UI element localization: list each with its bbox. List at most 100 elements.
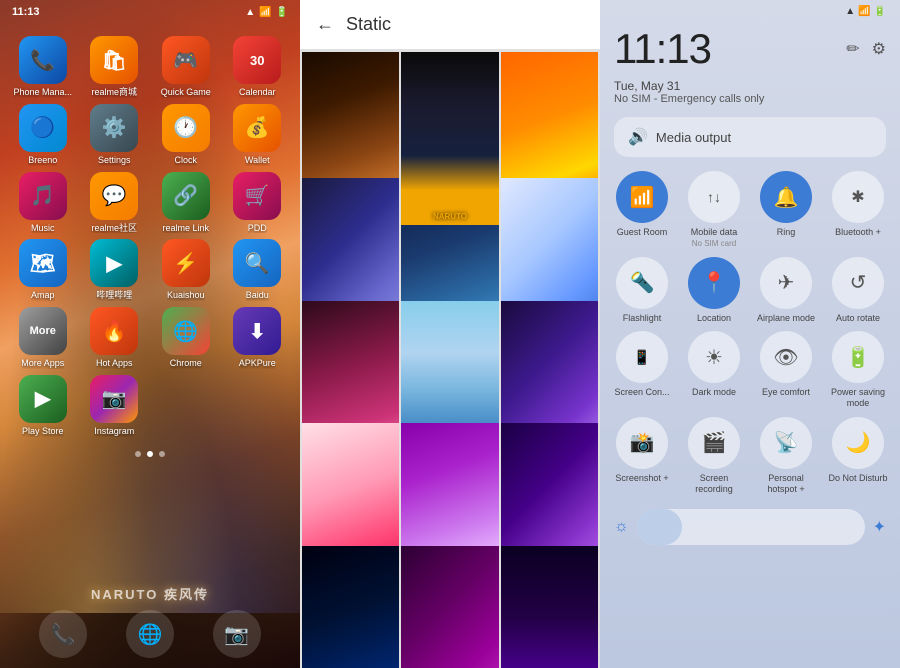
app-baidu[interactable]: 🔍 Baidu — [225, 239, 291, 301]
wallpaper-naruto2[interactable]: NARUTO — [401, 52, 498, 225]
app-icon-breeno: 🔵 — [19, 104, 67, 152]
app-pdd[interactable]: 🛒 PDD — [225, 172, 291, 234]
quick-settings-panel: ▲ 📶 🔋 11:13 ✏ ⚙ Tue, May 31 No SIM - Eme… — [600, 0, 900, 668]
app-label-amap: Amap — [31, 290, 55, 301]
app-play-store[interactable]: ▶ Play Store — [10, 375, 76, 437]
app-realme-social[interactable]: 💬 realme社区 — [82, 172, 148, 234]
qs-brightness-fill — [637, 509, 683, 545]
app-chrome[interactable]: 🌐 Chrome — [153, 307, 219, 369]
app-realme-link[interactable]: 🔗 realme Link — [153, 172, 219, 234]
qs-tile-eye-comfort: 👁 Eye comfort — [754, 331, 818, 409]
page-dots — [0, 445, 300, 463]
app-calendar[interactable]: 30 Calendar — [225, 36, 291, 98]
qs-dnd-label: Do Not Disturb — [828, 473, 887, 484]
app-kuaishou[interactable]: ⚡ Kuaishou — [153, 239, 219, 301]
app-settings[interactable]: ⚙️ Settings — [82, 104, 148, 166]
app-breeno[interactable]: 🔵 Breeno — [10, 104, 76, 166]
wallpaper-dark1[interactable] — [302, 546, 399, 668]
app-instagram[interactable]: 📷 Instagram — [82, 375, 148, 437]
qs-location-button[interactable]: 📍 — [688, 257, 740, 309]
home-status-icons: ▲ 📶 🔋 — [245, 7, 288, 18]
qs-settings-icon[interactable]: ⚙ — [872, 39, 886, 59]
app-label-pdd: PDD — [248, 223, 267, 234]
qs-brightness-row: ☼ ✦ — [614, 509, 886, 545]
home-status-bar: 11:13 ▲ 📶 🔋 — [0, 0, 300, 24]
app-label-hot-apps: Hot Apps — [96, 358, 133, 369]
qs-power-saving-label: Power saving mode — [826, 387, 890, 409]
qs-bluetooth-label: Bluetooth + — [835, 227, 881, 238]
app-wallet[interactable]: 💰 Wallet — [225, 104, 291, 166]
qs-autorotate-button[interactable]: ↺ — [832, 257, 884, 309]
app-icon-quick-game: 🎮 — [162, 36, 210, 84]
qs-flashlight-button[interactable]: 🔦 — [616, 257, 668, 309]
app-label-realme-social: realme社区 — [91, 223, 137, 234]
qs-tiles-row2: 🔦 Flashlight 📍 Location ✈ Airplane mode … — [600, 257, 900, 332]
qs-dark-mode-button[interactable]: ☀ — [688, 331, 740, 383]
signal-icon: 📶 — [259, 7, 271, 18]
qs-bluetooth-button[interactable]: ✱ — [832, 171, 884, 223]
qs-screen-recording-button[interactable]: 🎬 — [688, 417, 740, 469]
app-bilibili[interactable]: ▶ 哔哩哔哩 — [82, 239, 148, 301]
app-icon-music: 🎵 — [19, 172, 67, 220]
qs-dnd-button[interactable]: 🌙 — [832, 417, 884, 469]
qs-dark-mode-label: Dark mode — [692, 387, 736, 398]
qs-power-saving-button[interactable]: 🔋 — [832, 331, 884, 383]
app-icon-instagram: 📷 — [90, 375, 138, 423]
wallpaper-grid: NARUTO NARUTO — [300, 50, 600, 668]
app-icon-amap: 🗺 — [19, 239, 67, 287]
app-label-bilibili: 哔哩哔哩 — [96, 290, 132, 301]
app-realme-shop[interactable]: 🛍 realme商城 — [82, 36, 148, 98]
qs-edit-icon[interactable]: ✏ — [846, 39, 859, 59]
wallpaper-abstract1[interactable] — [401, 546, 498, 668]
qs-media-label: Media output — [656, 130, 731, 145]
app-icon-chrome: 🌐 — [162, 307, 210, 355]
gallery-header: ← Static — [300, 0, 600, 50]
dot-1 — [135, 451, 141, 457]
dock-browser[interactable]: 🌐 — [126, 610, 174, 658]
app-label-chrome: Chrome — [170, 358, 202, 369]
app-label-calendar: Calendar — [239, 87, 276, 98]
qs-tile-hotspot: 📡 Personal hotspot + — [754, 417, 818, 495]
app-quick-game[interactable]: 🎮 Quick Game — [153, 36, 219, 98]
app-label-settings: Settings — [98, 155, 131, 166]
app-music[interactable]: 🎵 Music — [10, 172, 76, 234]
qs-brightness-bar[interactable] — [637, 509, 865, 545]
gallery-back-button[interactable]: ← — [316, 14, 334, 35]
qs-tile-screen-recording: 🎬 Screen recording — [682, 417, 746, 495]
qs-eye-comfort-button[interactable]: 👁 — [760, 331, 812, 383]
qs-eye-comfort-label: Eye comfort — [762, 387, 810, 398]
app-label-instagram: Instagram — [94, 426, 134, 437]
app-grid: 📞 Phone Mana... 🛍 realme商城 🎮 Quick Game … — [0, 28, 300, 445]
qs-date: Tue, May 31 — [614, 79, 886, 93]
app-icon-kuaishou: ⚡ — [162, 239, 210, 287]
app-more-apps[interactable]: More More Apps — [10, 307, 76, 369]
qs-tile-airplane: ✈ Airplane mode — [754, 257, 818, 324]
qs-media-output[interactable]: 🔊 Media output — [614, 117, 886, 157]
qs-screenshot-label: Screenshot + — [615, 473, 668, 484]
qs-wifi-button[interactable]: 📶 — [616, 171, 668, 223]
qs-tile-ring: 🔔 Ring — [754, 171, 818, 249]
app-label-music: Music — [31, 223, 55, 234]
app-amap[interactable]: 🗺 Amap — [10, 239, 76, 301]
app-icon-baidu: 🔍 — [233, 239, 281, 287]
app-phone-manager[interactable]: 📞 Phone Mana... — [10, 36, 76, 98]
qs-hotspot-button[interactable]: 📡 — [760, 417, 812, 469]
app-clock[interactable]: 🕐 Clock — [153, 104, 219, 166]
qs-screenshot-button[interactable]: 📸 — [616, 417, 668, 469]
bottom-dock: 📞 🌐 📷 — [0, 610, 300, 658]
qs-tile-dark-mode: ☀ Dark mode — [682, 331, 746, 409]
qs-ring-button[interactable]: 🔔 — [760, 171, 812, 223]
dock-phone[interactable]: 📞 — [39, 610, 87, 658]
qs-airplane-button[interactable]: ✈ — [760, 257, 812, 309]
app-hot-apps[interactable]: 🔥 Hot Apps — [82, 307, 148, 369]
dock-camera[interactable]: 📷 — [213, 610, 261, 658]
qs-clock-action-icons: ✏ ⚙ — [846, 39, 886, 59]
wallpaper-dark2[interactable] — [501, 546, 598, 668]
qs-tile-dnd: 🌙 Do Not Disturb — [826, 417, 890, 495]
app-label-realme-shop: realme商城 — [91, 87, 137, 98]
qs-battery-icon: 🔋 — [874, 6, 886, 17]
qs-tile-bluetooth: ✱ Bluetooth + — [826, 171, 890, 249]
qs-screen-contrast-button[interactable]: 📱 — [616, 331, 668, 383]
qs-mobile-data-button[interactable]: ↑↓ — [688, 171, 740, 223]
app-apkpure[interactable]: ⬇ APKPure — [225, 307, 291, 369]
